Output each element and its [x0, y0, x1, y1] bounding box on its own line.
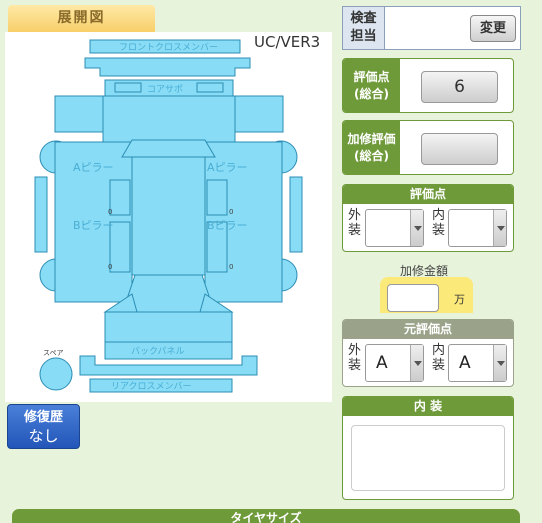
overall-score-label: 評価点 (総合): [343, 59, 400, 112]
score-interior-label: 内装: [432, 208, 446, 238]
original-exterior-label: 外装: [348, 343, 362, 373]
original-exterior-select[interactable]: A: [365, 344, 424, 382]
repair-history-label: 修復歴: [23, 410, 63, 425]
inspector-label: 検査 担当: [343, 7, 385, 49]
interior-section: 内 装: [342, 396, 514, 500]
inspector-box: 検査 担当 変更: [342, 6, 521, 50]
chevron-down-icon: [493, 210, 506, 246]
interior-section-title: 内 装: [343, 397, 513, 416]
label-b-pillar-right: Bピラー: [207, 219, 248, 232]
part-right-door-front[interactable]: [206, 179, 228, 216]
original-interior-value: A: [459, 353, 471, 373]
tire-size-section-header: タイヤサイズ: [12, 509, 520, 523]
marker-left-front: 0: [108, 208, 112, 216]
original-score-title: 元評価点: [343, 320, 513, 339]
part-left-door-front[interactable]: [109, 179, 131, 216]
part-front-apron[interactable]: [84, 57, 251, 77]
label-back-panel: バックパネル: [131, 346, 185, 357]
repair-history-value: なし: [28, 427, 59, 445]
repair-score-label-line1: 加修評価: [347, 131, 396, 146]
change-inspector-button[interactable]: 変更: [470, 15, 516, 42]
score-interior-select[interactable]: [448, 209, 507, 247]
repair-amount-input[interactable]: [387, 284, 439, 312]
marker-right-front: 0: [229, 208, 233, 216]
marker-right-rear: 0: [229, 263, 233, 271]
original-score-section: 元評価点 外装 A 内装 A: [342, 319, 514, 387]
spare-tire[interactable]: [39, 357, 73, 391]
car-body-diagram: フロントクロスメンバー コアサポ Aピラー Aピラー Bピラー Bピラー 0 0…: [34, 39, 303, 393]
label-rear-cross-member: リアクロスメンバー: [111, 381, 192, 392]
overall-score-label-line1: 評価点: [353, 69, 390, 84]
original-interior-select[interactable]: A: [448, 344, 507, 382]
inspector-label-line1: 検査: [350, 11, 377, 26]
part-right-front-fender[interactable]: [234, 95, 284, 133]
label-b-pillar-left: Bピラー: [73, 219, 114, 232]
repair-score-row: 加修評価 (総合): [342, 120, 514, 175]
part-left-sill[interactable]: [34, 176, 48, 253]
overall-score-row: 評価点 (総合) 6: [342, 58, 514, 113]
part-trunk[interactable]: [104, 311, 233, 343]
repair-score-label: 加修評価 (総合): [343, 121, 400, 174]
chevron-down-icon: [410, 210, 423, 246]
overall-score-button[interactable]: 6: [421, 71, 498, 103]
label-a-pillar-left: Aピラー: [73, 161, 114, 174]
part-roof[interactable]: [131, 156, 206, 276]
label-core-support: コアサポ: [147, 84, 183, 95]
score-section-title: 評価点: [343, 185, 513, 204]
chevron-down-icon: [493, 345, 506, 381]
label-spare: スペア: [43, 349, 64, 357]
original-exterior-value: A: [376, 353, 388, 373]
score-exterior-label: 外装: [348, 208, 362, 238]
score-exterior-select[interactable]: [365, 209, 424, 247]
inspector-label-line2: 担当: [350, 29, 377, 44]
marker-left-rear: 0: [108, 263, 112, 271]
overall-score-label-line2: (総合): [354, 86, 389, 101]
part-windshield[interactable]: [121, 139, 216, 158]
label-a-pillar-right: Aピラー: [207, 161, 248, 174]
repair-history-button[interactable]: 修復歴 なし: [7, 404, 80, 449]
repair-score-button[interactable]: [421, 133, 498, 165]
repair-score-label-line2: (総合): [354, 148, 389, 163]
score-section: 評価点 外装 内装: [342, 184, 514, 252]
part-hood[interactable]: [102, 95, 236, 143]
repair-amount-unit: 万: [454, 293, 465, 306]
original-interior-label: 内装: [432, 343, 446, 373]
chevron-down-icon: [410, 345, 423, 381]
interior-textarea[interactable]: [351, 425, 505, 491]
part-right-sill[interactable]: [289, 176, 303, 253]
diagram-tab[interactable]: 展開図: [8, 5, 155, 32]
label-front-cross-member: フロントクロスメンバー: [119, 42, 218, 53]
part-left-front-fender[interactable]: [54, 95, 104, 133]
